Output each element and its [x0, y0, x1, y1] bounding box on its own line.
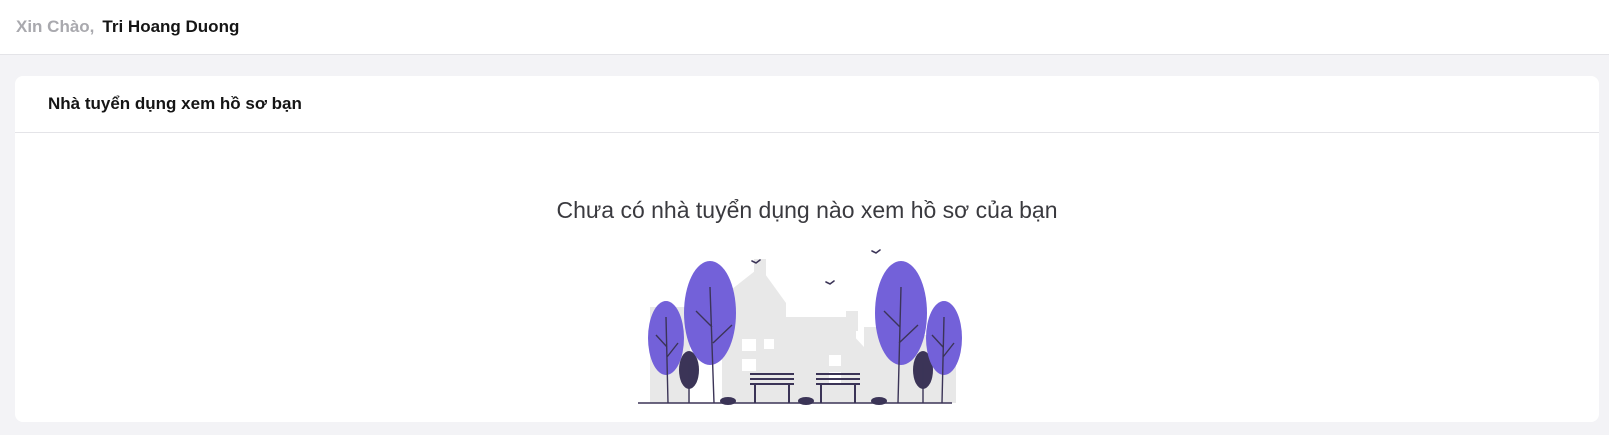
- greeting-label: Xin Chào,: [16, 17, 95, 36]
- card-title: Nhà tuyển dụng xem hồ sơ bạn: [15, 76, 1599, 133]
- top-bar: Xin Chào, Tri Hoang Duong: [0, 0, 1609, 55]
- recruiter-views-card: Nhà tuyển dụng xem hồ sơ bạn Chưa có nhà…: [15, 76, 1599, 422]
- user-name: Tri Hoang Duong: [102, 17, 240, 36]
- empty-state-message: Chưa có nhà tuyển dụng nào xem hồ sơ của…: [556, 197, 1058, 223]
- empty-neighborhood-illustration-icon: [638, 249, 962, 405]
